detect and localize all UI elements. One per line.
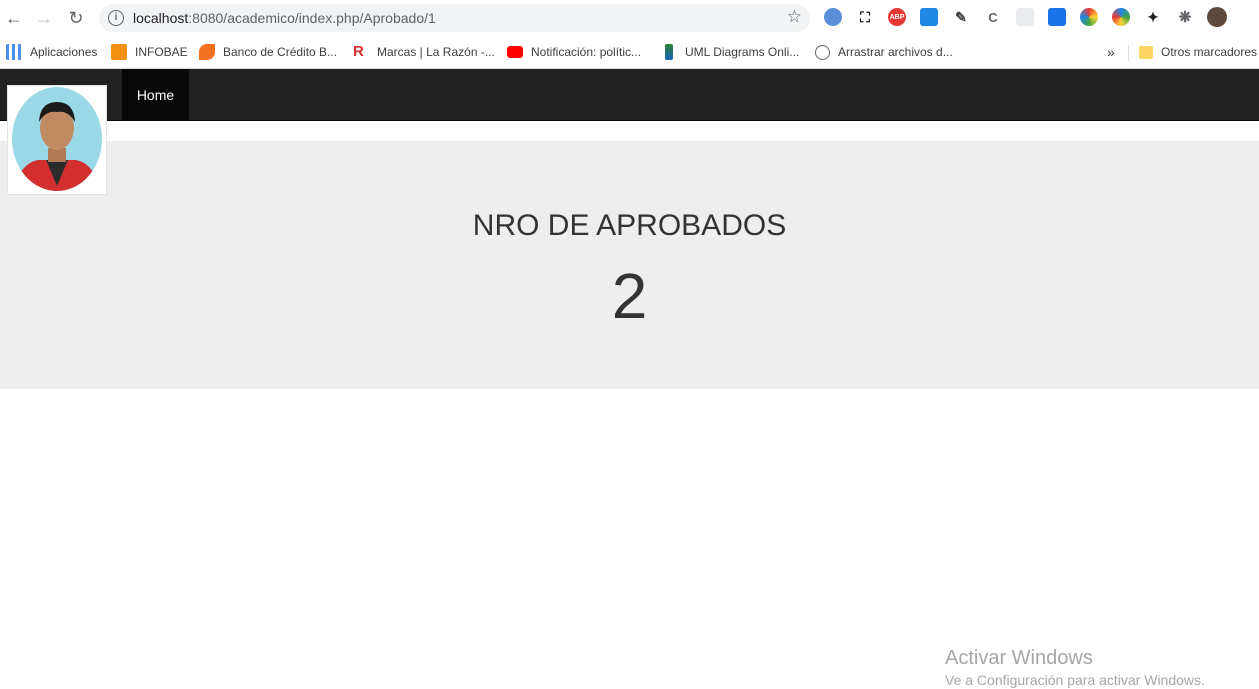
telescope-icon[interactable]: ✦ — [1144, 8, 1162, 26]
bookmarks-bar: Aplicaciones INFOBAE Banco de Crédito B.… — [0, 36, 1259, 69]
bookmark-uml[interactable]: UML Diagrams Onli... — [661, 42, 799, 62]
extension-icon-2[interactable] — [920, 8, 938, 26]
bookmark-star-icon[interactable]: ☆ — [787, 7, 802, 27]
bookmark-label: Aplicaciones — [30, 45, 98, 59]
bookmarks-divider — [1128, 45, 1129, 61]
bookmark-banco[interactable]: Banco de Crédito B... — [199, 42, 337, 62]
adblock-icon[interactable]: ABP — [888, 8, 906, 26]
extension-icon-4[interactable] — [1016, 8, 1034, 26]
color-picker-icon[interactable] — [1080, 8, 1098, 26]
color-wheel-icon[interactable] — [1112, 8, 1130, 26]
puzzle-extensions-icon[interactable]: ❋ — [1176, 8, 1194, 26]
nav-home-link[interactable]: Home — [122, 69, 189, 120]
eyedropper-icon[interactable]: ✎ — [952, 8, 970, 26]
url-host: localhost — [133, 10, 189, 26]
approved-count-value: 2 — [611, 260, 648, 332]
uml-icon — [665, 44, 673, 60]
screenshot-extension-icon[interactable]: ⛶ — [856, 8, 874, 26]
forward-arrow-icon[interactable]: → — [32, 6, 56, 30]
apps-grid-icon — [6, 44, 22, 60]
la-razon-icon: R — [353, 43, 364, 60]
profile-avatar-icon[interactable] — [1207, 7, 1227, 27]
banco-icon — [199, 44, 215, 60]
bookmark-notificacion[interactable]: Notificación: polític... — [507, 42, 641, 62]
user-portrait — [12, 87, 102, 191]
bookmark-label: Otros marcadores — [1161, 45, 1258, 59]
user-photo — [7, 85, 107, 195]
bookmark-label: Banco de Crédito B... — [223, 45, 338, 59]
bookmark-arrastrar[interactable]: Arrastrar archivos d... — [815, 42, 953, 62]
extension-icon-1[interactable] — [824, 8, 842, 26]
site-info-icon[interactable]: i — [108, 10, 124, 26]
bookmark-other[interactable]: Otros marcadores — [1139, 42, 1257, 62]
bookmark-apps[interactable]: Aplicaciones — [6, 42, 97, 62]
extension-icon-3[interactable]: C — [984, 8, 1002, 26]
url-path: :8080/academico/index.php/Aprobado/1 — [188, 10, 436, 26]
watermark-title: Activar Windows — [945, 647, 1093, 669]
infobae-icon — [111, 44, 127, 60]
bookmark-label: Marcas | La Razón -... — [377, 45, 495, 59]
bookmark-label: UML Diagrams Onli... — [685, 45, 800, 59]
main-jumbotron: NRO DE APROBADOS 2 — [0, 141, 1259, 389]
page-title: NRO DE APROBADOS — [472, 209, 787, 242]
watermark-subtitle: Ve a Configuración para activar Windows. — [945, 672, 1205, 688]
bookmark-label: INFOBAE — [135, 45, 188, 59]
browser-toolbar: ← → ↻ i localhost:8080/academico/index.p… — [0, 0, 1259, 36]
address-bar[interactable]: i localhost:8080/academico/index.php/Apr… — [99, 4, 810, 32]
extension-icon-5[interactable] — [1048, 8, 1066, 26]
reload-icon[interactable]: ↻ — [64, 6, 88, 30]
url-text[interactable]: localhost:8080/academico/index.php/Aprob… — [133, 10, 436, 26]
youtube-icon — [507, 46, 523, 58]
bookmark-label: Arrastrar archivos d... — [838, 45, 953, 59]
top-navbar: Home — [0, 69, 1259, 121]
bookmark-infobae[interactable]: INFOBAE — [111, 42, 188, 62]
folder-icon — [1139, 45, 1153, 59]
bookmark-la-razon[interactable]: R Marcas | La Razón -... — [353, 42, 495, 62]
windows-activation-watermark: Activar Windows Ve a Configuración para … — [945, 647, 1205, 688]
bookmark-label: Notificación: polític... — [531, 45, 642, 59]
drag-files-icon — [815, 44, 830, 60]
bookmarks-overflow-button[interactable]: » — [1107, 42, 1115, 62]
back-arrow-icon[interactable]: ← — [2, 6, 26, 30]
